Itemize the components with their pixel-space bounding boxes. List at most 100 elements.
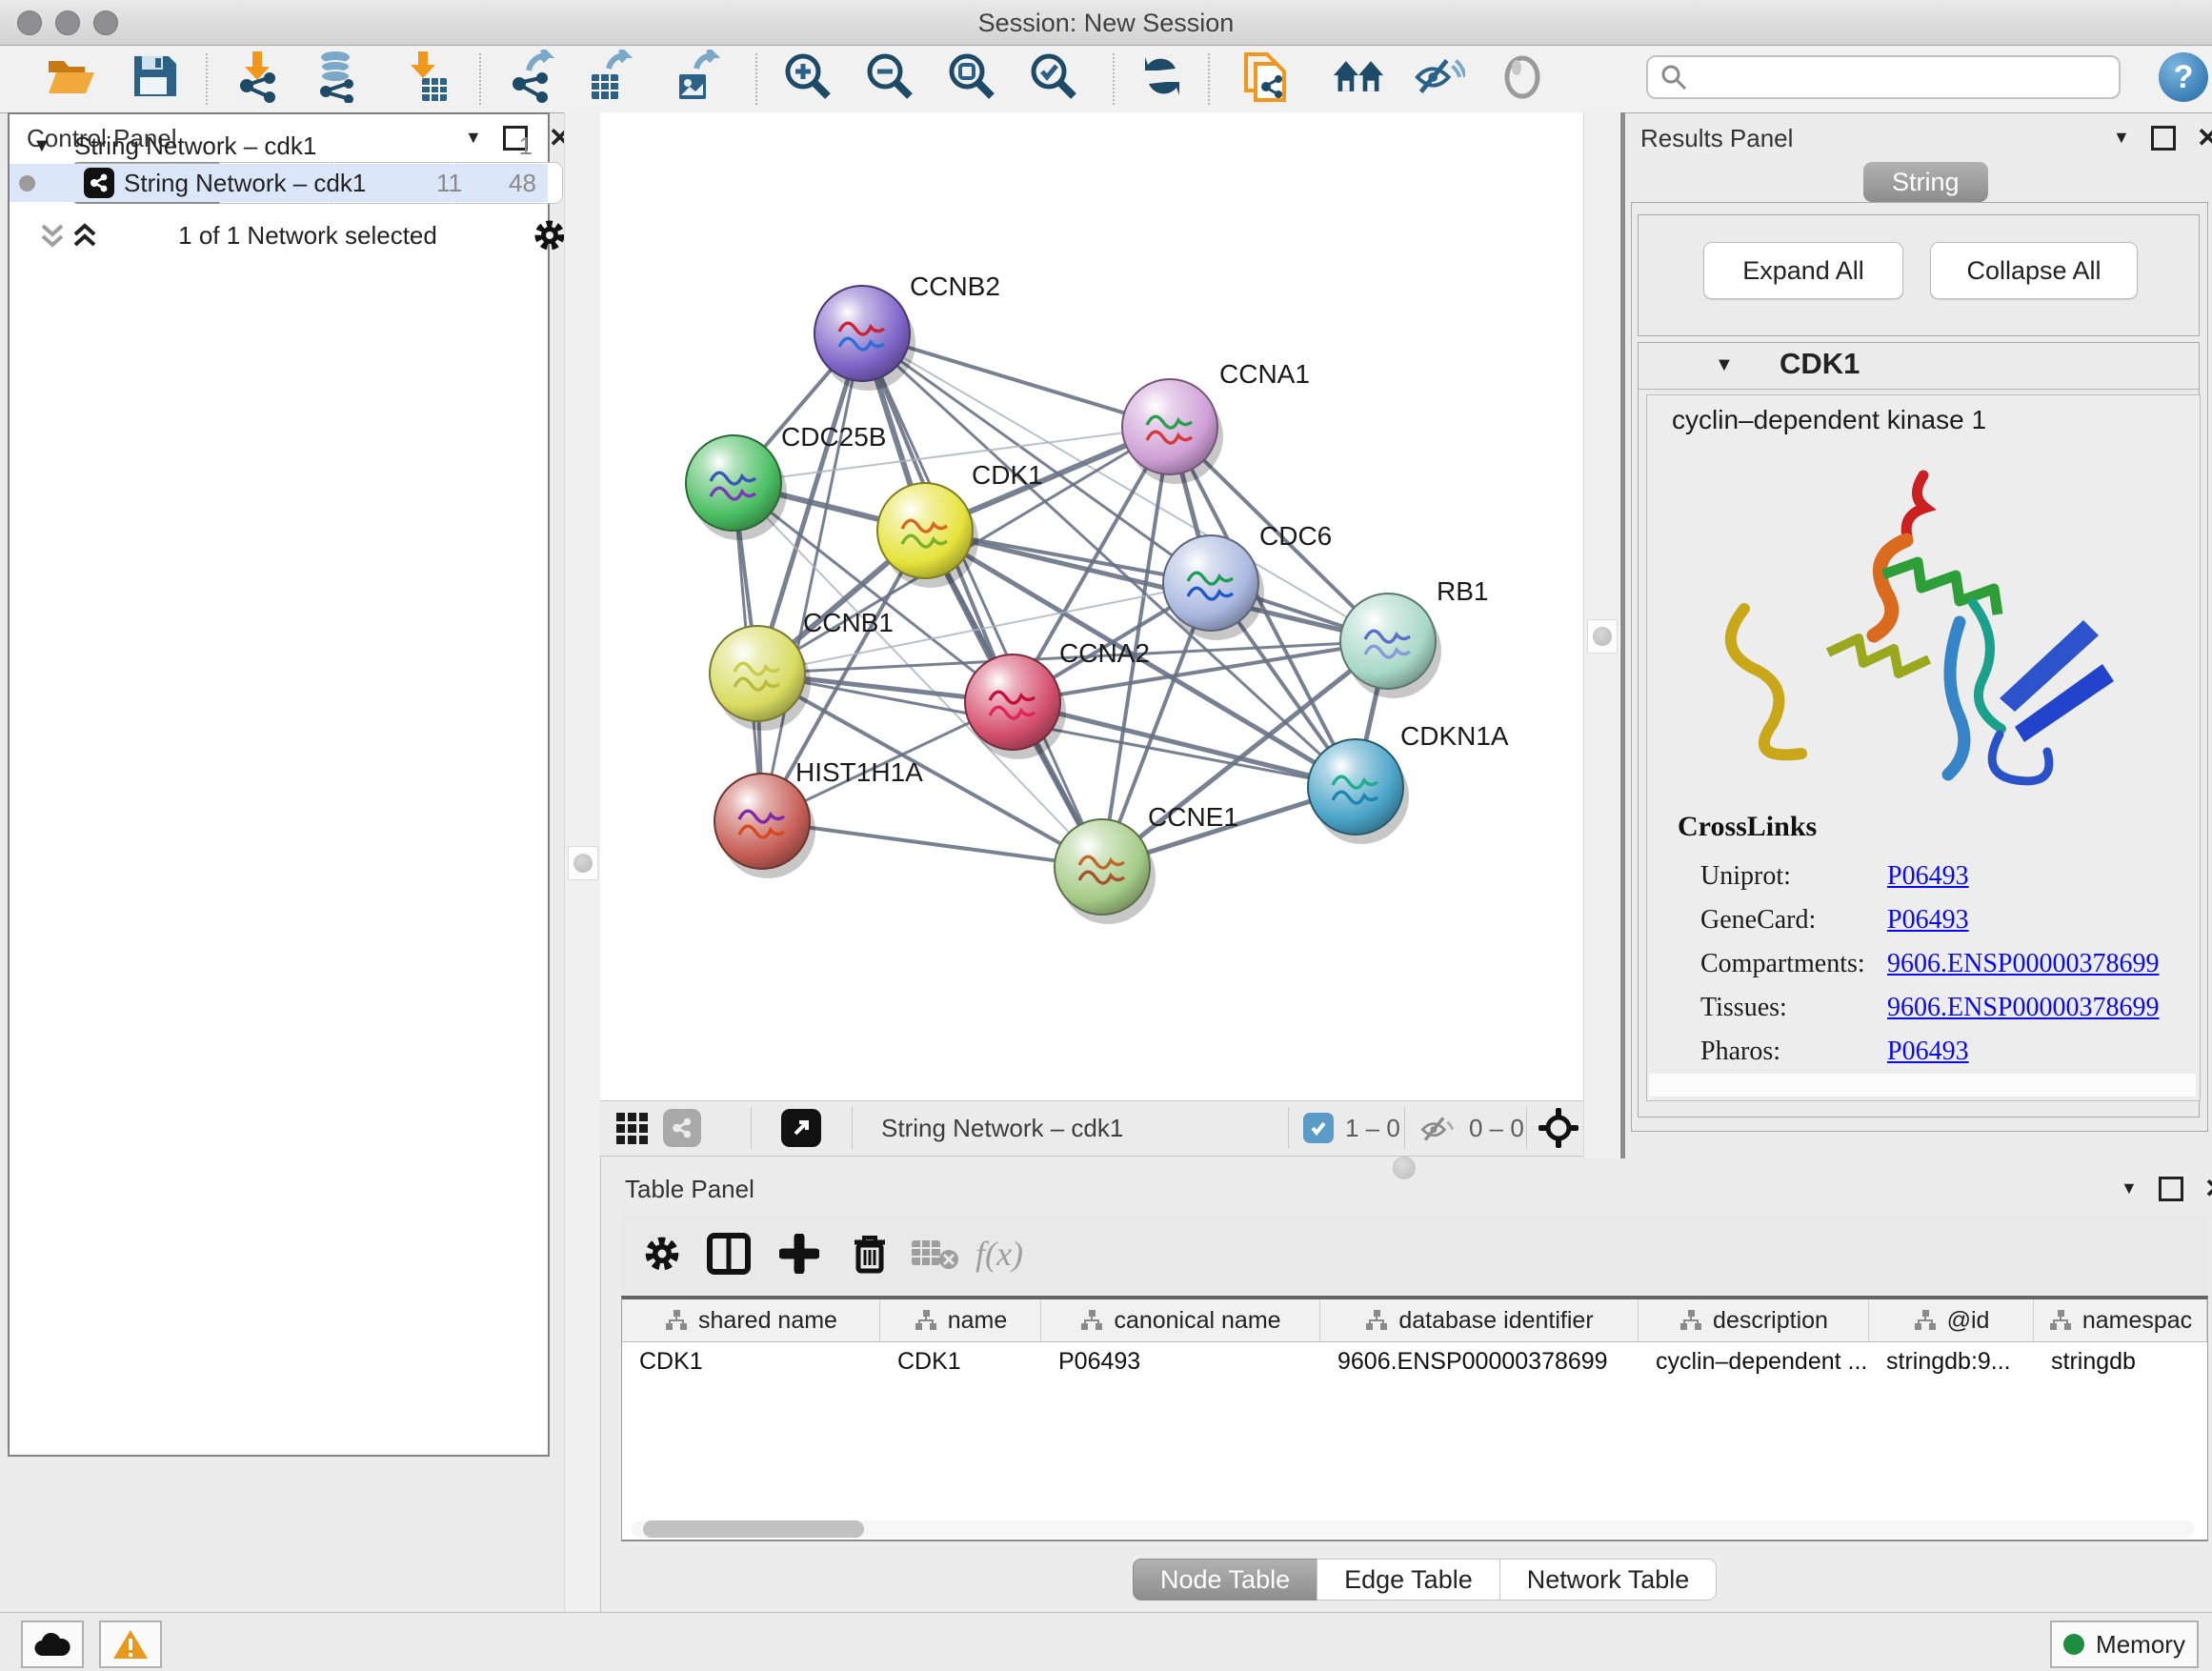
table-cell[interactable]: CDK1: [880, 1348, 1041, 1376]
crosslink-link[interactable]: P06493: [1887, 861, 1969, 892]
crosslink-label: Tissues:: [1700, 993, 1887, 1023]
column-label: shared name: [698, 1307, 837, 1335]
memory-button[interactable]: Memory: [2050, 1621, 2199, 1668]
right-splitter[interactable]: [1583, 112, 1621, 1158]
network-row-selected[interactable]: String Network – cdk1 11 48: [10, 164, 548, 202]
panel-menu-icon[interactable]: ▼: [2113, 128, 2130, 148]
tab-network-table[interactable]: Network Table: [1499, 1559, 1718, 1601]
delete-column-trash-icon[interactable]: [842, 1226, 897, 1281]
collapse-all-icon[interactable]: [38, 221, 67, 250]
network-canvas[interactable]: CCNB2CCNA1CDC25BCDK1CDC6RB1CCNB1CCNA2CDK…: [600, 112, 1583, 1100]
help-icon[interactable]: ?: [2159, 52, 2208, 102]
add-column-icon[interactable]: [772, 1226, 827, 1281]
save-icon[interactable]: [128, 50, 181, 103]
panel-menu-icon[interactable]: ▼: [2121, 1178, 2138, 1198]
float-panel-icon[interactable]: [2159, 1177, 2183, 1201]
column-header-namespac[interactable]: namespac: [2034, 1299, 2207, 1341]
horizontal-splitter[interactable]: [600, 1156, 1583, 1171]
detach-view-icon[interactable]: [781, 1109, 821, 1147]
eye-icon[interactable]: [1496, 50, 1549, 103]
node-label-ccna1: CCNA1: [1219, 359, 1310, 389]
column-label: name: [948, 1307, 1008, 1335]
refresh-icon[interactable]: [1136, 50, 1189, 103]
zoom-out-icon[interactable]: [863, 50, 916, 103]
column-header-database-identifier[interactable]: database identifier: [1320, 1299, 1639, 1341]
import-network-icon[interactable]: [231, 50, 284, 103]
crosslink-link[interactable]: 9606.ENSP00000378699: [1887, 949, 2159, 979]
export-network-icon[interactable]: [505, 50, 558, 103]
table-header-row: shared name name canonical namedatabase id…: [622, 1299, 2207, 1342]
warning-button[interactable]: [99, 1621, 162, 1668]
eye-slash-icon[interactable]: [1412, 50, 1465, 103]
crosslink-link[interactable]: P06493: [1887, 1037, 1969, 1067]
tab-node-table[interactable]: Node Table: [1133, 1559, 1317, 1601]
right-splitter-handle[interactable]: [1587, 619, 1618, 654]
expand-all-button[interactable]: Expand All: [1703, 242, 1903, 299]
tab-edge-table[interactable]: Edge Table: [1317, 1559, 1500, 1601]
table-cell[interactable]: P06493: [1041, 1348, 1320, 1376]
close-panel-icon[interactable]: ✕: [2204, 1173, 2212, 1204]
network-view-icon[interactable]: [663, 1109, 701, 1147]
export-image-icon[interactable]: [671, 50, 724, 103]
scrollbar-thumb[interactable]: [643, 1520, 864, 1538]
left-splitter[interactable]: [564, 112, 601, 1612]
crosslink-row: Tissues:9606.ENSP00000378699: [1700, 986, 2177, 1030]
node-label-rb1: RB1: [1437, 576, 1488, 606]
import-table-icon[interactable]: [400, 50, 453, 103]
collection-disclosure-icon[interactable]: ▼: [32, 135, 51, 157]
export-table-icon[interactable]: [583, 50, 636, 103]
results-scroll-track[interactable]: [1649, 1074, 2196, 1097]
float-panel-icon[interactable]: [2151, 126, 2176, 151]
collection-count: 1: [519, 131, 533, 161]
close-panel-icon[interactable]: ✕: [2197, 122, 2212, 153]
column-header-description[interactable]: description: [1639, 1299, 1869, 1341]
collapse-all-button[interactable]: Collapse All: [1930, 242, 2138, 299]
network-edge[interactable]: [862, 333, 1102, 867]
hidden-node-edge-counts: 0 – 0: [1469, 1114, 1524, 1143]
table-toolbar: f(x): [621, 1215, 2208, 1295]
birdseye-navigator-icon[interactable]: [1538, 1107, 1579, 1149]
import-database-icon[interactable]: [311, 50, 364, 103]
table-cell[interactable]: CDK1: [622, 1348, 880, 1376]
copy-network-icon[interactable]: [1240, 50, 1294, 103]
column-header-shared-name[interactable]: shared name: [622, 1299, 880, 1341]
crosslink-link[interactable]: 9606.ENSP00000378699: [1887, 993, 2159, 1023]
table-settings-gear-icon[interactable]: [634, 1226, 690, 1281]
crosslink-row: Pharos:P06493: [1700, 1030, 2177, 1074]
table-cell[interactable]: stringdb:9...: [1869, 1348, 2034, 1376]
network-collection-row[interactable]: ▼ String Network – cdk1 1: [10, 128, 548, 164]
gene-disclosure-icon[interactable]: ▼: [1715, 354, 1734, 376]
column-label: namespac: [2082, 1307, 2192, 1335]
toolbar-separator: [755, 53, 757, 105]
table-cell[interactable]: cyclin–dependent ...: [1639, 1348, 1869, 1376]
gear-icon[interactable]: [533, 219, 566, 252]
network-edge[interactable]: [762, 333, 862, 821]
zoom-selected-icon[interactable]: [1027, 50, 1080, 103]
search-input[interactable]: [1646, 55, 2121, 99]
memory-status-dot: [2063, 1634, 2084, 1655]
column-header-name[interactable]: name: [880, 1299, 1041, 1341]
select-columns-icon[interactable]: [701, 1226, 756, 1281]
cloud-button[interactable]: [21, 1621, 84, 1668]
table-row[interactable]: CDK1CDK1P064939606.ENSP00000378699cyclin…: [622, 1342, 2207, 1380]
tab-string[interactable]: String: [1863, 162, 1988, 202]
table-horizontal-scrollbar[interactable]: [632, 1520, 2194, 1538]
zoom-in-icon[interactable]: [781, 50, 835, 103]
column-header-canonical-name[interactable]: canonical name: [1041, 1299, 1320, 1341]
column-header-id[interactable]: @id: [1869, 1299, 2034, 1341]
table-cell[interactable]: stringdb: [2034, 1348, 2207, 1376]
zoom-fit-icon[interactable]: [945, 50, 998, 103]
left-splitter-handle[interactable]: [568, 846, 598, 880]
toolbar-separator: [479, 53, 481, 105]
table-cell[interactable]: 9606.ENSP00000378699: [1320, 1348, 1639, 1376]
table-panel-header-controls: ▼ ✕: [2121, 1173, 2212, 1204]
houses-icon[interactable]: [1332, 50, 1385, 103]
current-network-dot: [19, 175, 35, 191]
open-folder-icon[interactable]: [43, 50, 96, 103]
window-title: Session: New Session: [0, 9, 2212, 38]
selected-checkbox-icon[interactable]: [1303, 1113, 1334, 1143]
network-graph[interactable]: CCNB2CCNA1CDC25BCDK1CDC6RB1CCNB1CCNA2CDK…: [600, 112, 1583, 1100]
grid-view-icon[interactable]: [615, 1112, 650, 1146]
crosslink-link[interactable]: P06493: [1887, 905, 1969, 936]
expand-all-icon[interactable]: [70, 221, 99, 250]
